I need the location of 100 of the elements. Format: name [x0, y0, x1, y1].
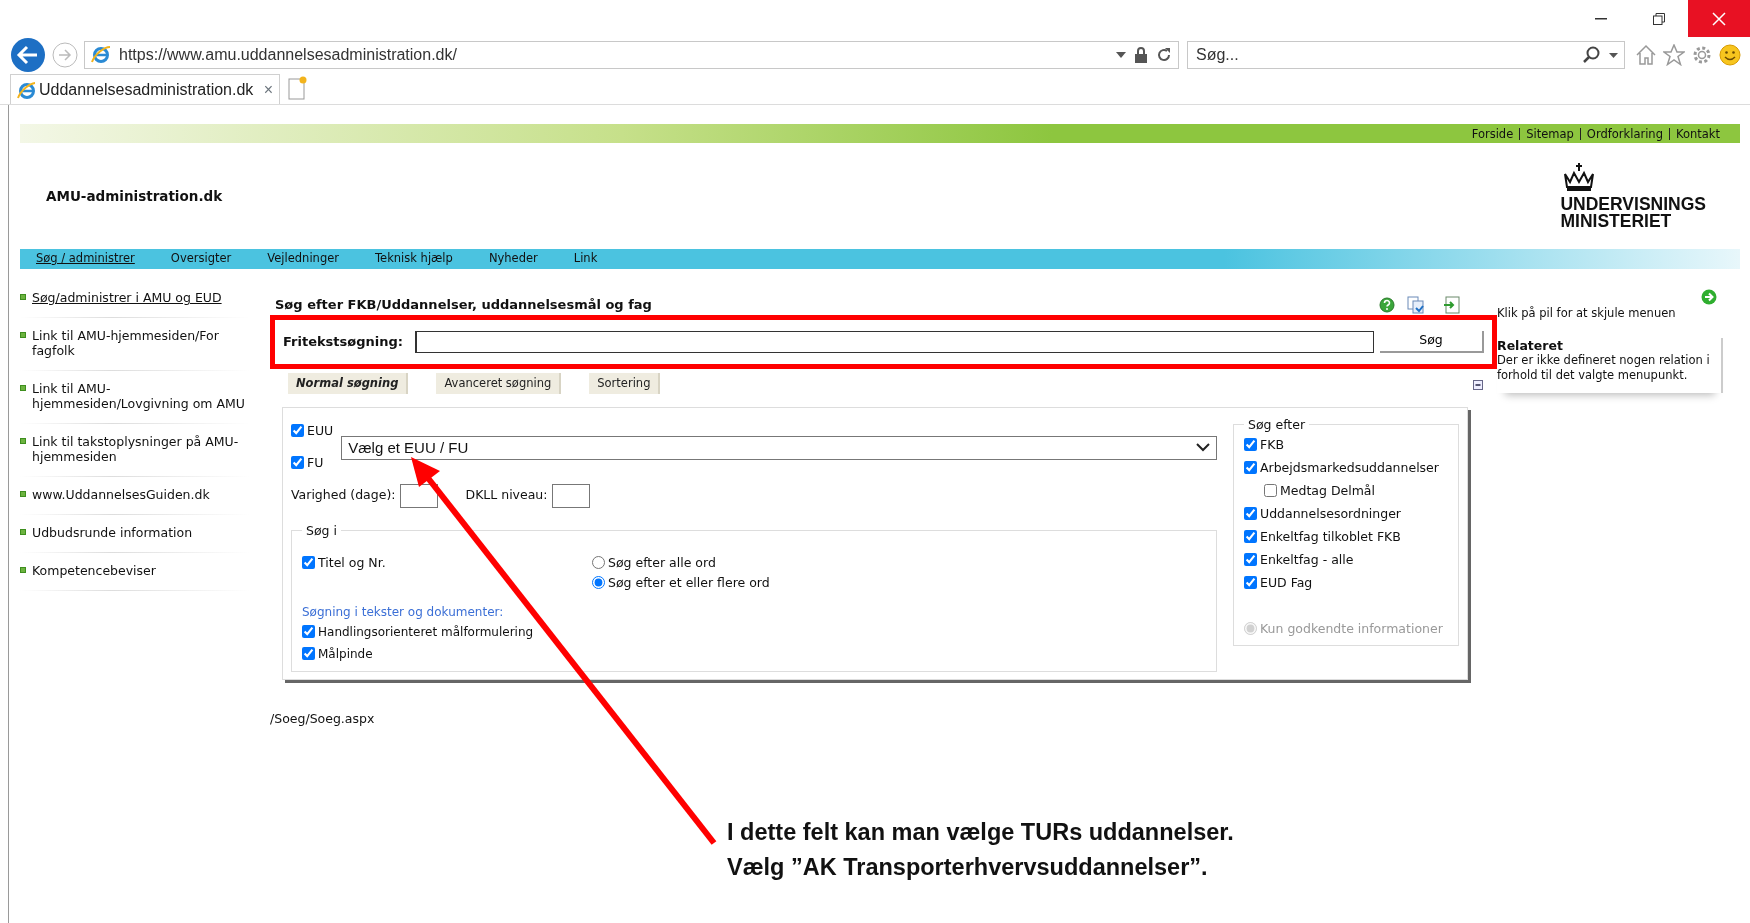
- copy-icon[interactable]: [1407, 295, 1425, 314]
- checkbox[interactable]: [1264, 484, 1277, 498]
- tab[interactable]: Sortering: [589, 372, 661, 394]
- field-label: Varighed (dage):: [291, 486, 396, 505]
- sidebar-link[interactable]: Kompetencebeviser: [32, 563, 156, 578]
- nav-link[interactable]: Søg / administrer: [36, 250, 135, 268]
- level-field[interactable]: [551, 483, 590, 508]
- bullet-icon: [20, 567, 26, 573]
- checkbox-label: FKB: [1260, 435, 1284, 454]
- site-title: AMU-administration.dk: [46, 186, 223, 206]
- checkbox-label: Enkeltfag - alle: [1260, 550, 1354, 569]
- tab[interactable]: Avanceret søgning: [436, 372, 562, 394]
- checkbox-label: Titel og Nr.: [318, 553, 386, 572]
- search-button[interactable]: Søg: [1380, 330, 1484, 353]
- sidebar-link[interactable]: Link til AMU-hjemmesiden/Lovgivning om AMU: [32, 381, 250, 411]
- browser-logo-icon: [91, 45, 111, 65]
- checkbox-label: EUD Fag: [1260, 573, 1313, 592]
- checkbox[interactable]: [302, 556, 315, 570]
- annotation-text: I dette felt kan man vælge TURs uddannelser.: [727, 818, 1234, 847]
- browser-search-box[interactable]: Søg...: [1187, 41, 1625, 69]
- caret-icon[interactable]: [1116, 52, 1126, 58]
- top-link[interactable]: Kontakt: [1668, 127, 1726, 140]
- checkbox-label: FU: [307, 453, 324, 472]
- tab-close-button[interactable]: ×: [263, 77, 273, 102]
- close-icon[interactable]: [1712, 11, 1726, 26]
- panel-title: Relateret: [1497, 338, 1564, 354]
- checkbox[interactable]: [302, 647, 315, 661]
- bullet-icon: [20, 438, 26, 444]
- search-field[interactable]: [415, 330, 1374, 353]
- bullet-icon: [20, 385, 26, 391]
- checkbox[interactable]: [291, 456, 304, 470]
- checkbox-label: EUU: [307, 421, 334, 440]
- checkbox[interactable]: [1244, 461, 1257, 475]
- tab-title: Uddannelsesadministration.dk: [39, 79, 255, 100]
- hint-text: Klik på pil for at skjule menuen: [1497, 305, 1677, 322]
- field-label: Fritekstsøgning:: [283, 332, 403, 351]
- star-icon[interactable]: [1663, 44, 1685, 66]
- browser-tab[interactable]: Uddannelsesadministration.dk ×: [10, 74, 280, 104]
- lock-icon: [1134, 47, 1148, 63]
- radio-button[interactable]: [592, 556, 605, 570]
- arrow-right-icon[interactable]: [1701, 289, 1717, 305]
- checkbox[interactable]: [291, 424, 304, 438]
- top-link[interactable]: Sitemap: [1519, 127, 1580, 140]
- checkbox-label: Enkeltfag tilkoblet FKB: [1260, 527, 1401, 546]
- checkbox[interactable]: [1244, 530, 1257, 544]
- sidebar-link[interactable]: Link til takstoplysninger på AMU-hjemmesiden: [32, 434, 250, 464]
- nav-link[interactable]: Link: [573, 250, 598, 268]
- dropdown[interactable]: Vælg et EUU / FU: [341, 435, 1217, 460]
- radio-label: Søg efter et eller flere ord: [608, 573, 770, 592]
- radio-button[interactable]: [592, 576, 605, 590]
- refresh-icon[interactable]: [1156, 47, 1172, 63]
- back-icon[interactable]: [10, 37, 46, 73]
- top-link[interactable]: Ordforklaring: [1579, 127, 1669, 140]
- browser-search-field[interactable]: Søg...: [1194, 42, 1575, 68]
- home-icon[interactable]: [1635, 44, 1657, 66]
- duration-field[interactable]: [399, 483, 438, 508]
- caret-icon[interactable]: [1609, 52, 1618, 58]
- page-path: /Soeg/Soeg.aspx: [270, 709, 376, 728]
- checkbox[interactable]: [302, 625, 315, 639]
- crown-icon: [1562, 162, 1597, 192]
- checkbox[interactable]: [1244, 507, 1257, 521]
- top-link[interactable]: Forside: [1465, 127, 1520, 140]
- nav-link[interactable]: Nyheder: [488, 250, 538, 268]
- settings-icon[interactable]: [1691, 44, 1713, 66]
- restore-icon[interactable]: [1653, 12, 1665, 25]
- sidebar-link[interactable]: Udbudsrunde information: [32, 525, 193, 540]
- minimize-icon[interactable]: [1595, 17, 1607, 20]
- checkbox[interactable]: [1244, 553, 1257, 567]
- smiley-icon[interactable]: [1719, 44, 1741, 66]
- bullet-icon: [20, 294, 26, 300]
- checkbox[interactable]: [1244, 576, 1257, 590]
- checkbox-label: Handlingsorienteret målformulering: [318, 623, 534, 641]
- checkbox-label: Medtag Delmål: [1280, 481, 1375, 500]
- bullet-icon: [20, 491, 26, 497]
- checkbox[interactable]: [1244, 438, 1257, 452]
- search-icon[interactable]: [1583, 46, 1601, 64]
- tab[interactable]: Normal søgning: [288, 372, 409, 394]
- nav-link[interactable]: Teknisk hjælp: [375, 250, 453, 268]
- field-label: DKLL niveau:: [465, 486, 548, 505]
- panel-text: Der er ikke defineret nogen relation i forhold til det valgte menupunkt.: [1497, 353, 1711, 384]
- annotation-text: Vælg ”AK Transporterhvervsuddannelser”.: [727, 853, 1209, 882]
- nav-link[interactable]: Oversigter: [170, 250, 232, 268]
- section-title: Søg efter FKB/Uddannelser, uddannelsesmål og fag: [274, 296, 653, 314]
- checkbox-label: Arbejdsmarkedsuddannelser: [1260, 458, 1439, 477]
- bullet-icon: [20, 529, 26, 535]
- export-icon[interactable]: [1443, 295, 1461, 314]
- collapse-icon[interactable]: [1473, 380, 1483, 391]
- checkbox-label: Målpinde: [318, 645, 373, 663]
- logo-text: MINISTERIET: [1560, 213, 1673, 230]
- url-text: https://www.amu.uddannelsesadministration.dk/: [119, 45, 458, 65]
- logo-text: UNDERVISNINGS: [1560, 196, 1706, 213]
- radio-label: Søg efter alle ord: [608, 553, 716, 572]
- sidebar-link[interactable]: Link til AMU-hjemmesiden/For fagfolk: [32, 328, 250, 358]
- radio-label: Kun godkendte informationer: [1260, 619, 1443, 638]
- sidebar-link[interactable]: www.UddannelsesGuiden.dk: [32, 487, 210, 502]
- address-bar[interactable]: https://www.amu.uddannelsesadministration.dk/: [84, 41, 1179, 69]
- sidebar-link[interactable]: Søg/administrer i AMU og EUD: [32, 290, 222, 305]
- help-icon[interactable]: [1379, 296, 1395, 313]
- checkbox-label: Uddannelsesordninger: [1260, 504, 1401, 523]
- nav-link[interactable]: Vejledninger: [267, 250, 339, 268]
